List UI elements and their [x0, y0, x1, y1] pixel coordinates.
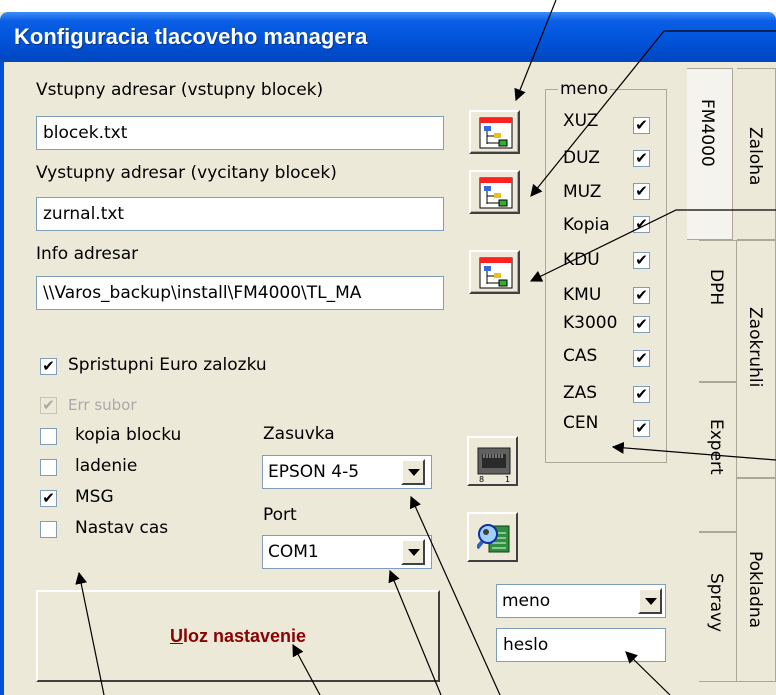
- tab-dph-label: DPH: [706, 269, 726, 306]
- report-checkbox-k3000[interactable]: ✔: [633, 316, 650, 333]
- folder-tree-icon: [479, 257, 513, 289]
- report-label-kmu: KMU: [563, 285, 602, 305]
- socket-value: EPSON 4-5: [268, 462, 360, 482]
- check-icon: ✔: [635, 315, 648, 333]
- report-checkbox-xuz[interactable]: ✔: [633, 117, 650, 134]
- output-dir-label: Vystupny adresar (vycitany blocek): [36, 163, 337, 183]
- info-dir-label: Info adresar: [36, 244, 139, 264]
- tab-zaloha-label: Zaloha: [745, 127, 765, 186]
- window-title: Konfiguracia tlacoveho managera: [14, 24, 368, 49]
- port-label: Port: [263, 505, 297, 525]
- tab-pokladna[interactable]: Pokladna: [737, 478, 776, 682]
- err-file-checkbox: ✔: [40, 397, 57, 414]
- report-checkbox-muz[interactable]: ✔: [633, 183, 650, 200]
- check-icon: ✔: [635, 419, 648, 437]
- tab-expert[interactable]: Expert: [699, 382, 737, 532]
- check-icon: ✔: [635, 349, 648, 367]
- tab-spravy[interactable]: Spravy: [699, 532, 737, 682]
- input-dir-label: Vstupny adresar (vstupny blocek): [36, 80, 324, 100]
- save-accel-letter: U: [169, 625, 183, 646]
- check-icon: ✔: [635, 149, 648, 167]
- report-checkbox-kmu[interactable]: ✔: [633, 287, 650, 304]
- check-icon: ✔: [635, 215, 648, 233]
- copy-receipt-label: kopia blocku: [75, 425, 182, 445]
- set-time-checkbox[interactable]: [40, 521, 57, 538]
- info-dir-field[interactable]: \\Varos_backup\install\FM4000\TL_MA: [36, 276, 444, 310]
- check-icon: ✔: [42, 489, 55, 507]
- report-checkbox-cen[interactable]: ✔: [633, 420, 650, 437]
- check-icon: ✔: [635, 182, 648, 200]
- browse-input-dir-button[interactable]: [469, 110, 520, 154]
- set-time-label: Nastav cas: [75, 518, 169, 538]
- report-label-duz: DUZ: [563, 148, 600, 168]
- report-label-muz: MUZ: [563, 182, 602, 202]
- debug-label: ladenie: [75, 456, 138, 476]
- report-label-kopia: Kopia: [563, 215, 610, 235]
- tab-expert-label: Expert: [706, 419, 726, 475]
- check-icon: ✔: [635, 116, 648, 134]
- search-document-icon: [477, 524, 510, 553]
- report-checkbox-cas[interactable]: ✔: [633, 350, 650, 367]
- tab-dph[interactable]: DPH: [699, 240, 737, 382]
- report-label-kdu: KDU: [563, 250, 600, 270]
- chevron-down-icon[interactable]: [401, 459, 425, 485]
- tab-fm4000[interactable]: FM4000: [687, 68, 733, 240]
- msg-checkbox[interactable]: ✔: [40, 490, 57, 507]
- svg-text:1: 1: [505, 475, 510, 482]
- euro-tab-checkbox[interactable]: ✔: [40, 358, 57, 375]
- reports-group-title: meno: [558, 79, 611, 99]
- check-icon: ✔: [635, 385, 648, 403]
- report-label-xuz: XUZ: [563, 111, 599, 131]
- save-button-label: loz nastavenie: [182, 625, 307, 646]
- search-config-button[interactable]: [467, 512, 518, 562]
- network-port-icon: 8 1: [477, 447, 511, 482]
- svg-text:8: 8: [479, 475, 484, 482]
- reports-group: [545, 89, 667, 463]
- browse-output-dir-button[interactable]: [469, 170, 520, 214]
- err-file-label: Err subor: [68, 396, 137, 414]
- report-checkbox-zas[interactable]: ✔: [633, 386, 650, 403]
- tab-zaokruhli-label: Zaokruhli: [745, 307, 765, 388]
- check-icon: ✔: [42, 396, 55, 414]
- tab-zaloha[interactable]: Zaloha: [737, 68, 776, 240]
- user-value: meno: [502, 591, 551, 611]
- socket-label: Zasuvka: [263, 424, 335, 444]
- browse-info-dir-button[interactable]: [469, 250, 520, 294]
- check-icon: ✔: [635, 251, 648, 269]
- port-value: COM1: [268, 542, 319, 562]
- folder-tree-icon: [479, 177, 513, 209]
- window-frame: [0, 62, 4, 695]
- chevron-down-icon[interactable]: [401, 539, 425, 565]
- copy-receipt-checkbox[interactable]: [40, 428, 57, 445]
- report-checkbox-duz[interactable]: ✔: [633, 150, 650, 167]
- report-label-cas: CAS: [563, 346, 598, 366]
- report-checkbox-kdu[interactable]: ✔: [633, 252, 650, 269]
- report-label-k3000: K3000: [563, 313, 618, 333]
- report-label-zas: ZAS: [563, 383, 598, 403]
- check-icon: ✔: [635, 286, 648, 304]
- password-field[interactable]: heslo: [496, 628, 666, 662]
- report-label-cen: CEN: [563, 413, 599, 433]
- save-settings-button[interactable]: Uloz nastavenie: [36, 590, 440, 682]
- output-dir-field[interactable]: zurnal.txt: [36, 197, 444, 231]
- folder-tree-icon: [479, 117, 513, 149]
- euro-tab-label: Spristupni Euro zalozku: [68, 355, 267, 375]
- debug-checkbox[interactable]: [40, 459, 57, 476]
- connection-test-button[interactable]: 8 1: [467, 436, 518, 486]
- tab-pokladna-label: Pokladna: [745, 551, 765, 629]
- report-checkbox-kopia[interactable]: ✔: [633, 216, 650, 233]
- chevron-down-icon[interactable]: [638, 588, 662, 614]
- tab-zaokruhli[interactable]: Zaokruhli: [737, 240, 776, 478]
- check-icon: ✔: [42, 357, 55, 375]
- tab-fm4000-label: FM4000: [697, 99, 717, 167]
- tab-spravy-label: Spravy: [706, 573, 726, 633]
- msg-label: MSG: [75, 487, 114, 507]
- input-dir-field[interactable]: blocek.txt: [36, 116, 444, 150]
